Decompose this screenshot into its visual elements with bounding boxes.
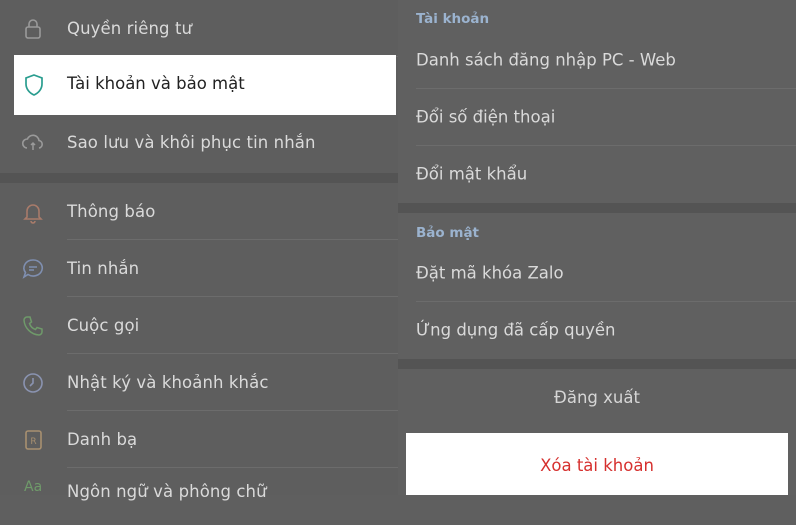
svg-text:Aa: Aa — [24, 479, 42, 495]
menu-item-label: Nhật ký và khoảnh khắc — [67, 373, 269, 392]
settings-menu: Quyền riêng tư Tài khoản và bảo mật Sao … — [0, 0, 398, 501]
bell-icon — [23, 203, 43, 224]
menu-item-account-security[interactable]: Tài khoản và bảo mật — [14, 55, 396, 115]
section-gap — [398, 359, 796, 369]
menu-item-label: Quyền riêng tư — [67, 19, 193, 38]
menu-item-timeline[interactable]: Nhật ký và khoảnh khắc — [0, 354, 398, 411]
menu-item-label: Tin nhắn — [67, 259, 140, 278]
item-change-phone[interactable]: Đổi số điện thoại — [398, 88, 796, 145]
item-label: Ứng dụng đã cấp quyền — [416, 320, 616, 339]
lock-icon — [25, 18, 41, 39]
section-gap — [0, 173, 398, 183]
item-label: Đổi mật khẩu — [416, 164, 528, 183]
item-label: Danh sách đăng nhập PC - Web — [416, 50, 676, 69]
item-set-zalo-lock[interactable]: Đặt mã khóa Zalo — [398, 244, 796, 301]
menu-item-privacy[interactable]: Quyền riêng tư — [0, 0, 398, 57]
menu-item-notifications[interactable]: Thông báo — [0, 183, 398, 240]
menu-item-label: Ngôn ngữ và phông chữ — [67, 482, 267, 501]
item-label: Đổi số điện thoại — [416, 107, 556, 126]
menu-item-label: Tài khoản và bảo mật — [67, 74, 245, 93]
menu-item-language-font[interactable]: Aa Ngôn ngữ và phông chữ — [0, 468, 398, 525]
cloud-sync-icon — [21, 134, 43, 150]
account-security-panel: Tài khoản Danh sách đăng nhập PC - Web Đ… — [398, 0, 796, 495]
clock-icon — [23, 372, 43, 393]
menu-item-messages[interactable]: Tin nhắn — [0, 240, 398, 297]
section-title-account: Tài khoản — [416, 11, 490, 27]
item-authorized-apps[interactable]: Ứng dụng đã cấp quyền — [398, 301, 796, 358]
item-change-password[interactable]: Đổi mật khẩu — [398, 145, 796, 202]
item-label: Đặt mã khóa Zalo — [416, 263, 564, 282]
phone-icon — [23, 315, 43, 336]
item-login-list-pc-web[interactable]: Danh sách đăng nhập PC - Web — [398, 31, 796, 88]
menu-item-contacts[interactable]: R Danh bạ — [0, 411, 398, 468]
logout-button[interactable]: Đăng xuất — [398, 370, 796, 426]
menu-item-calls[interactable]: Cuộc gọi — [0, 297, 398, 354]
section-gap — [398, 203, 796, 213]
menu-item-label: Sao lưu và khôi phục tin nhắn — [67, 133, 316, 152]
menu-item-backup-restore[interactable]: Sao lưu và khôi phục tin nhắn — [0, 114, 398, 171]
font-icon: Aa — [24, 479, 42, 495]
svg-text:R: R — [30, 437, 36, 447]
section-title-security: Bảo mật — [416, 225, 480, 241]
delete-account-button[interactable]: Xóa tài khoản — [406, 433, 788, 495]
menu-item-label: Cuộc gọi — [67, 316, 140, 335]
menu-item-label: Danh bạ — [67, 430, 138, 449]
shield-icon — [25, 74, 43, 96]
chat-bubble-icon — [22, 258, 44, 279]
menu-item-label: Thông báo — [67, 202, 156, 221]
contacts-icon: R — [25, 429, 42, 450]
